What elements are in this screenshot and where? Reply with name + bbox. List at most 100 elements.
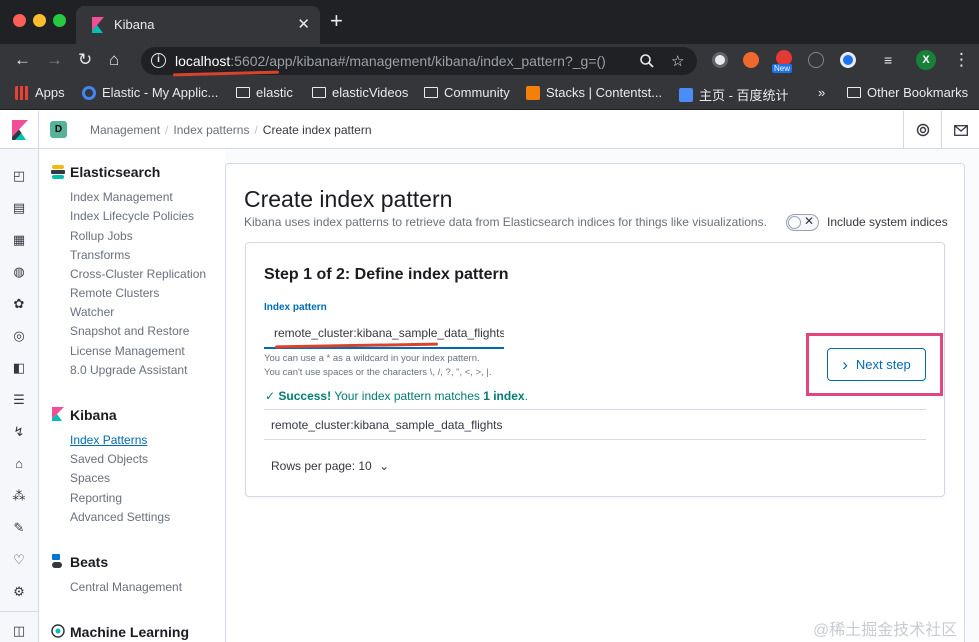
address-bar[interactable]: i localhost:5602/app/kibana#/management/… (141, 47, 697, 77)
folder-icon (424, 87, 438, 98)
collapse-icon[interactable]: ◫ (11, 623, 27, 639)
rows-per-page-select[interactable]: Rows per page: 10 ⌄ (271, 459, 389, 473)
menu-icon[interactable]: ⋮ (953, 50, 970, 70)
newsfeed-icon[interactable] (941, 111, 979, 149)
bookmark-other[interactable]: Other Bookmarks (847, 85, 968, 100)
bookmarks-overflow[interactable]: » (818, 85, 825, 100)
include-system-indices-label[interactable]: Include system indices (827, 215, 948, 229)
new-tab-button[interactable]: + (330, 10, 343, 32)
nav-ilm[interactable]: Index Lifecycle Policies (70, 209, 194, 223)
canvas-icon[interactable]: ◍ (11, 264, 27, 280)
extension-blue-icon[interactable] (840, 52, 856, 68)
nav-license[interactable]: License Management (70, 344, 185, 358)
nav-spaces[interactable]: Spaces (70, 471, 110, 485)
elasticsearch-logo-icon (51, 165, 65, 179)
extension-circle-icon[interactable] (712, 52, 728, 68)
index-pattern-label: Index pattern (264, 302, 327, 313)
help-text-characters: You can't use spaces or the characters \… (264, 367, 492, 378)
bookmark-star-icon[interactable]: ☆ (671, 52, 684, 70)
annotation-underline (172, 70, 280, 77)
close-window-button[interactable] (13, 14, 26, 27)
dashboard-icon[interactable]: ▦ (11, 232, 27, 248)
nav-advanced-settings[interactable]: Advanced Settings (70, 510, 170, 524)
kibana-logo-icon[interactable] (12, 120, 28, 140)
browser-toolbar: ← → ↻ ⌂ i localhost:5602/app/kibana#/man… (0, 44, 979, 77)
nav-rollup[interactable]: Rollup Jobs (70, 229, 133, 243)
nav-transforms[interactable]: Transforms (70, 248, 130, 262)
discover-icon[interactable]: ◰ (11, 168, 27, 184)
reload-icon[interactable]: ↻ (78, 50, 92, 70)
site-info-icon[interactable]: i (151, 53, 166, 68)
forward-icon[interactable]: → (46, 50, 63, 70)
maps-icon[interactable]: ✿ (11, 296, 27, 312)
nav-reporting[interactable]: Reporting (70, 491, 122, 505)
graph-icon[interactable]: ⁂ (11, 488, 27, 504)
next-step-button[interactable]: › Next step (827, 348, 926, 381)
extension-info-icon[interactable] (808, 52, 824, 68)
breadcrumb-current: Create index pattern (262, 123, 372, 137)
help-icon[interactable] (903, 111, 941, 149)
space-avatar[interactable]: D (50, 121, 67, 138)
folder-icon (847, 87, 861, 98)
nav-central-management[interactable]: Central Management (70, 580, 182, 594)
breadcrumb: Management / Index patterns / Create index p… (90, 123, 372, 137)
section-title-ml: Machine Learning (70, 624, 190, 640)
nav-snapshot[interactable]: Snapshot and Restore (70, 324, 189, 338)
url-text[interactable]: localhost:5602/app/kibana#/management/ki… (175, 53, 606, 69)
search-icon[interactable] (639, 53, 655, 69)
bookmark-community[interactable]: Community (424, 85, 510, 100)
management-sidebar: Elasticsearch Index Management Index Lif… (39, 149, 225, 642)
bookmark-elastic[interactable]: elastic (236, 85, 293, 100)
rail-divider (0, 611, 38, 612)
include-system-indices-toggle[interactable]: ✕ (786, 214, 819, 231)
back-icon[interactable]: ← (14, 50, 31, 70)
lifebuoy-icon (916, 123, 929, 137)
nav-index-management[interactable]: Index Management (70, 190, 173, 204)
kibana-header: D Management / Index patterns / Create index… (0, 111, 979, 149)
nav-rail: ◰ ▤ ▦ ◍ ✿ ◎ ◧ ☰ ↯ ⌂ ⁂ ✎ ♡ ⚙ ◫ (0, 149, 39, 642)
kibana-logo-icon (92, 17, 104, 33)
minimize-window-button[interactable] (33, 14, 46, 27)
nav-index-patterns[interactable]: Index Patterns (70, 433, 147, 447)
close-tab-icon[interactable]: ✕ (297, 15, 310, 33)
extension-orange-icon[interactable] (743, 52, 759, 68)
bookmark-apps[interactable]: Apps (15, 85, 65, 100)
monitoring-icon[interactable]: ♡ (11, 552, 27, 568)
section-title-elasticsearch: Elasticsearch (70, 164, 161, 180)
browser-tab-kibana[interactable]: Kibana ✕ (76, 6, 320, 44)
toggle-knob (788, 216, 801, 229)
profile-avatar[interactable]: X (916, 50, 936, 70)
chevron-right-icon: › (842, 355, 848, 374)
bookmark-baidu[interactable]: 主页 - 百度统计 (679, 85, 789, 104)
apps-grid-icon (15, 85, 29, 100)
logs-icon[interactable]: ☰ (11, 392, 27, 408)
siem-icon[interactable]: ⌂ (11, 456, 27, 472)
home-icon[interactable]: ⌂ (109, 50, 119, 70)
help-text-wildcard: You can use a * as a wildcard in your in… (264, 353, 480, 364)
bookmark-elastic-app[interactable]: Elastic - My Applic... (82, 85, 218, 100)
nav-upgrade[interactable]: 8.0 Upgrade Assistant (70, 363, 187, 377)
zoom-window-button[interactable] (53, 14, 66, 27)
success-message: ✓ Success! Your index pattern matches 1 … (265, 389, 528, 403)
nav-watcher[interactable]: Watcher (70, 305, 114, 319)
table-bottom-divider (264, 439, 926, 440)
media-control-icon[interactable]: ≡ (884, 50, 892, 70)
metrics-icon[interactable]: ◧ (11, 360, 27, 376)
dev-tools-icon[interactable]: ✎ (11, 520, 27, 536)
ml-icon[interactable]: ◎ (11, 328, 27, 344)
management-gear-icon[interactable]: ⚙ (11, 584, 27, 600)
visualize-icon[interactable]: ▤ (11, 200, 27, 216)
nav-saved-objects[interactable]: Saved Objects (70, 452, 148, 466)
beats-logo-icon (52, 554, 62, 568)
bookmark-elasticvideos[interactable]: elasticVideos (312, 85, 408, 100)
breadcrumb-management[interactable]: Management (90, 123, 160, 137)
bookmark-stacks[interactable]: Stacks | Contentst... (526, 85, 662, 100)
new-badge: New (772, 64, 793, 73)
apm-icon[interactable]: ↯ (11, 424, 27, 440)
folder-icon (312, 87, 326, 98)
nav-ccr[interactable]: Cross-Cluster Replication (70, 267, 206, 281)
page-title: Create index pattern (244, 186, 453, 212)
nav-remote-clusters[interactable]: Remote Clusters (70, 286, 159, 300)
check-icon: ✓ (265, 389, 276, 403)
breadcrumb-index-patterns[interactable]: Index patterns (173, 123, 249, 137)
